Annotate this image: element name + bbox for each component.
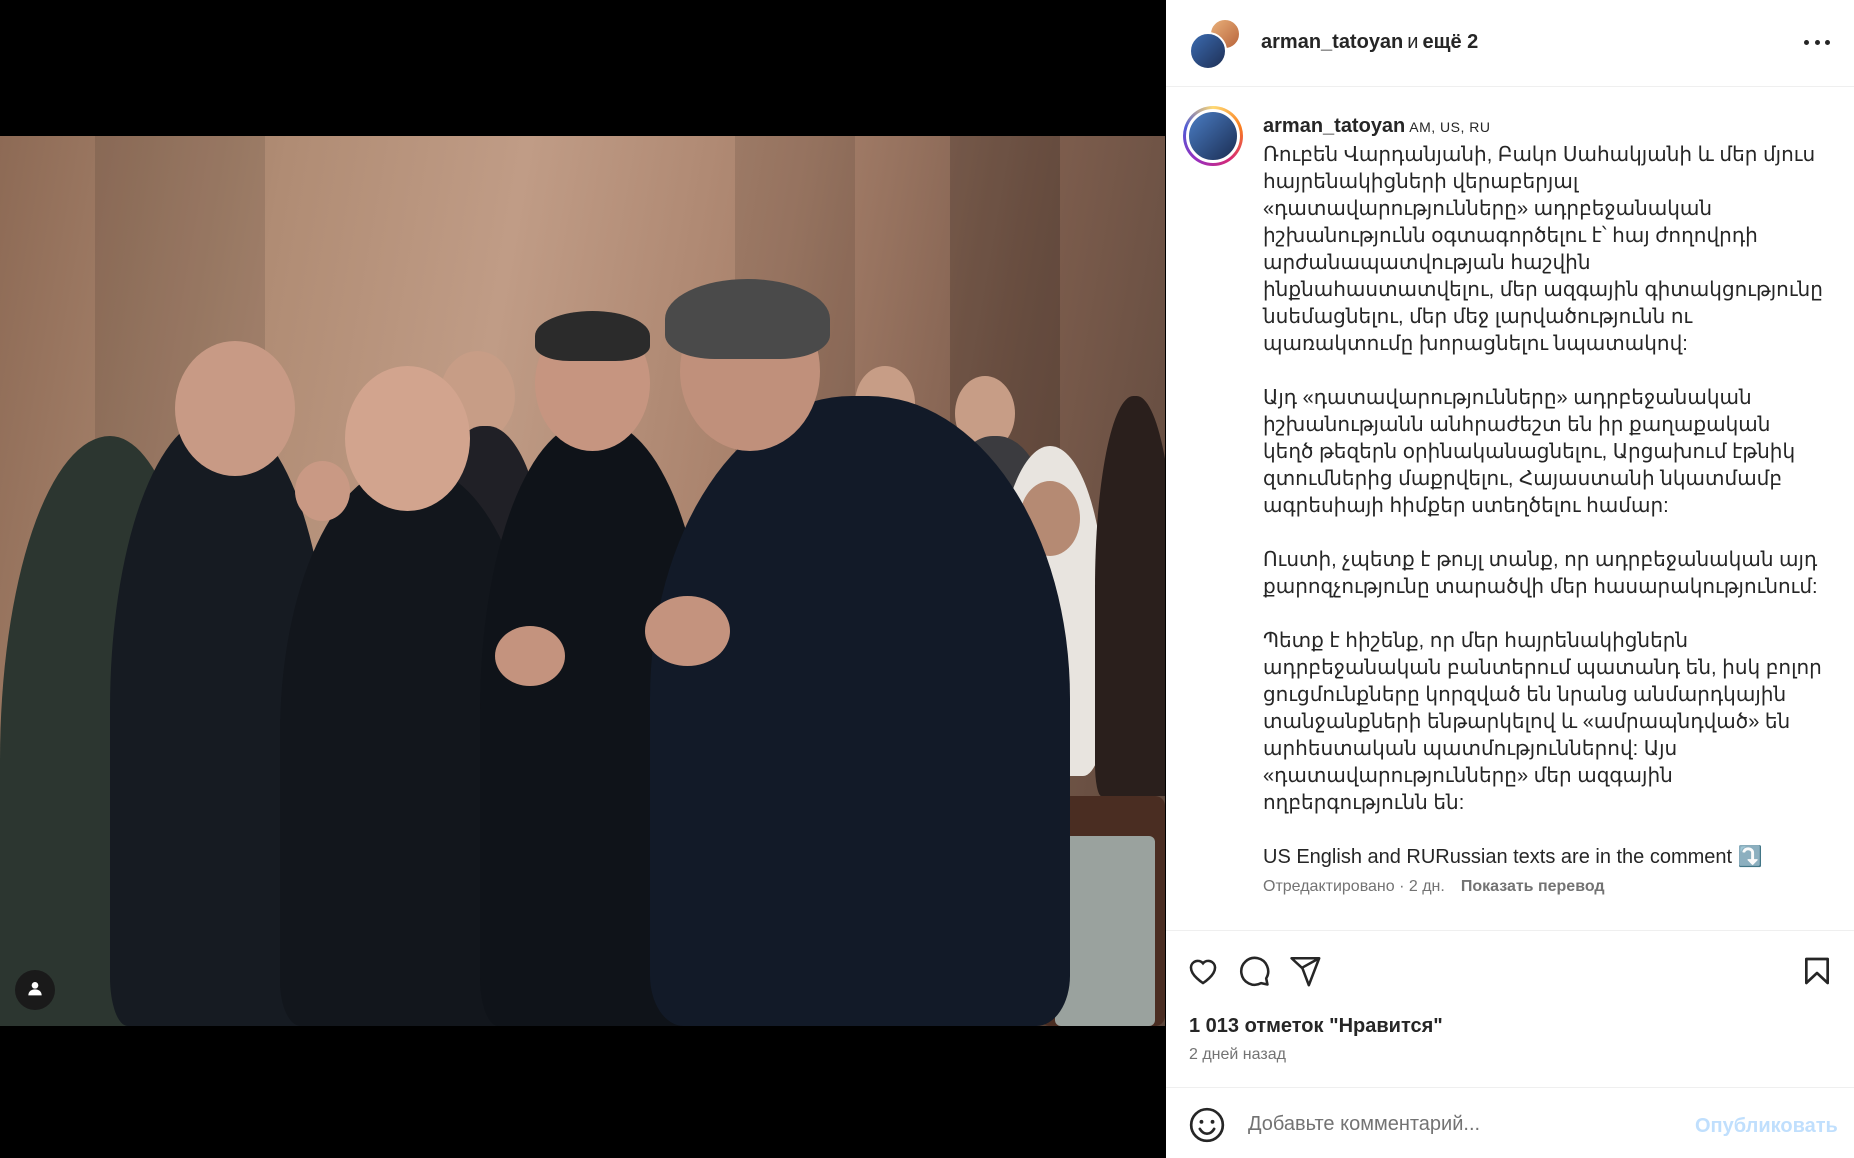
likes-count[interactable]: 1 013 отметок "Нравится" [1189, 1015, 1443, 1038]
post-details-panel: arman_tatoyan и ещё 2 arman_tatoyan AM, US,… [1166, 0, 1854, 1158]
photo-man-4 [650, 396, 1070, 1026]
collab-avatars[interactable] [1189, 18, 1243, 70]
bookmark-icon[interactable] [1798, 952, 1836, 990]
comment-input[interactable] [1248, 1106, 1668, 1142]
post-date[interactable]: 2 дней назад [1189, 1046, 1286, 1064]
post-actions [1166, 944, 1854, 994]
and-text: и [1407, 31, 1419, 53]
photo-man-3-hand [495, 626, 565, 686]
divider [1166, 930, 1854, 931]
edited-label: Отредактировано · 2 дн. [1263, 878, 1445, 895]
avatar [1189, 32, 1227, 70]
more-authors-link[interactable]: ещё 2 [1422, 31, 1478, 53]
publish-button[interactable]: Опубликовать [1695, 1115, 1838, 1138]
photo-man-2-head [345, 366, 470, 511]
emoji-icon[interactable] [1188, 1106, 1226, 1144]
heart-icon[interactable] [1184, 952, 1222, 990]
caption-username-link[interactable]: arman_tatoyan [1263, 115, 1405, 137]
photo-man-4-hand [645, 596, 730, 666]
caption-meta: Отредактировано · 2 дн. Показать перевод [1263, 878, 1605, 896]
photo-man-3-hair [535, 311, 650, 361]
caption-header: arman_tatoyan AM, US, RU [1263, 115, 1491, 138]
photo-person-bg [1095, 396, 1165, 796]
author-username-link[interactable]: arman_tatoyan [1261, 31, 1403, 53]
caption-avatar[interactable] [1183, 106, 1243, 166]
comment-icon[interactable] [1235, 952, 1273, 990]
caption-area: arman_tatoyan AM, US, RU Ռուբեն Վարդանյան… [1166, 88, 1854, 930]
photo-pane [0, 0, 1165, 1158]
photo-man-1-head [175, 341, 295, 476]
show-translation-link[interactable]: Показать перевод [1461, 878, 1605, 895]
post-header: arman_tatoyan и ещё 2 [1166, 0, 1854, 87]
caption-flags: AM, US, RU [1409, 119, 1491, 135]
more-options-icon[interactable] [1804, 40, 1830, 46]
tagged-users-button[interactable] [15, 970, 55, 1010]
post-photo[interactable] [0, 136, 1165, 1026]
photo-man-2-hand [295, 461, 350, 521]
send-icon[interactable] [1286, 952, 1324, 990]
photo-man-4-hair [665, 279, 830, 359]
user-icon [27, 980, 43, 1001]
caption-text: Ռուբեն Վարդանյանի, Բակո Սահակյանի և մեր … [1263, 144, 1823, 868]
photo-chair-fabric [1055, 836, 1155, 1026]
post-authors: arman_tatoyan и ещё 2 [1261, 31, 1478, 54]
comment-bar: Опубликовать [1166, 1088, 1854, 1158]
